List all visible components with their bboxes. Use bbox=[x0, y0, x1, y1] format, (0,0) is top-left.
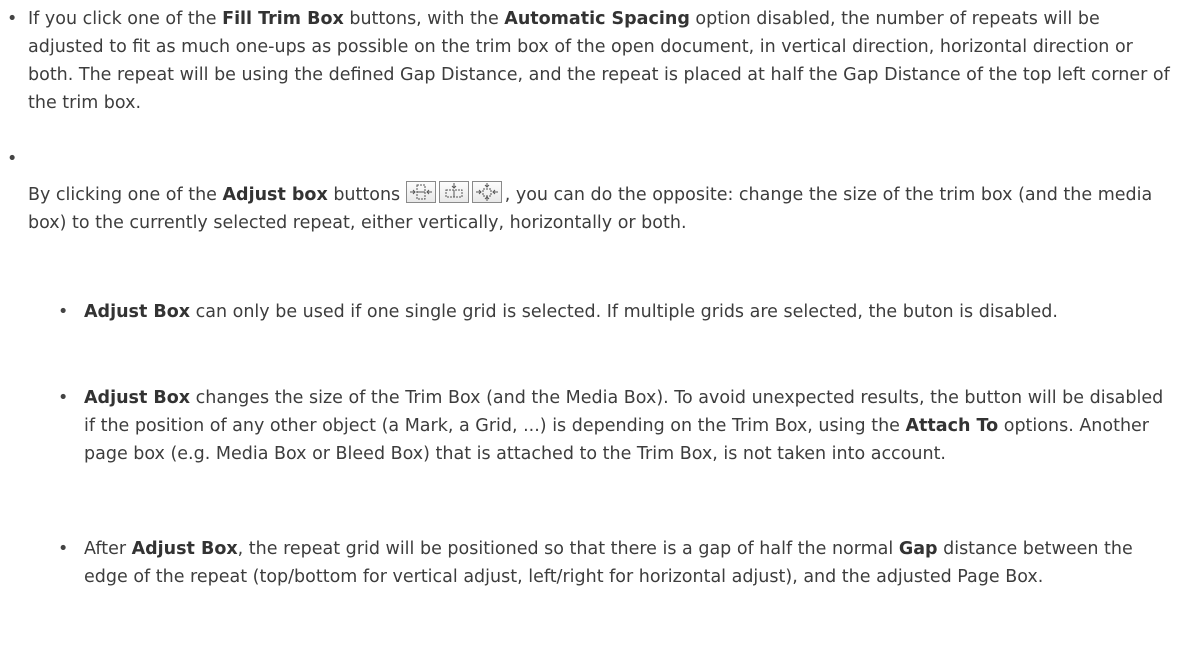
text-run: If you click one of the bbox=[28, 9, 223, 29]
list-item-adjust-box: By clicking one of the Adjust box button… bbox=[0, 181, 1180, 237]
text-run: buttons bbox=[327, 185, 406, 205]
sub-list-item-after-adjust: • After Adjust Box, the repeat grid will… bbox=[58, 535, 1178, 591]
text-run: can only be used if one single grid is s… bbox=[190, 302, 1058, 322]
text-run: By clicking one of the bbox=[28, 185, 223, 205]
bold-term-gap: Gap bbox=[898, 539, 938, 559]
bold-term-adjust-box: Adjust Box bbox=[84, 388, 191, 408]
adjust-horizontal-icon[interactable] bbox=[438, 181, 469, 203]
bold-term-fill-trim-box: Fill Trim Box bbox=[222, 9, 344, 29]
adjust-vertical-icon[interactable] bbox=[405, 181, 436, 203]
bullet-marker: • bbox=[7, 149, 18, 169]
bullet-marker: • bbox=[58, 302, 69, 322]
list-item-fill-trim-box: • If you click one of the Fill Trim Box … bbox=[0, 5, 1180, 117]
bold-term-attach-to: Attach To bbox=[905, 416, 999, 436]
bullet-marker: • bbox=[7, 9, 18, 29]
adjust-both-icon[interactable] bbox=[471, 181, 502, 203]
bullet-marker: • bbox=[58, 388, 69, 408]
sub-list-item-trim-box-size: • Adjust Box changes the size of the Tri… bbox=[58, 384, 1178, 468]
bullet-marker: • bbox=[58, 539, 69, 559]
bold-term-adjust-box: Adjust box bbox=[222, 185, 328, 205]
bold-term-adjust-box: Adjust Box bbox=[131, 539, 238, 559]
text-run: , the repeat grid will be positioned so … bbox=[237, 539, 899, 559]
text-run: After bbox=[84, 539, 132, 559]
text-run: buttons, with the bbox=[343, 9, 505, 29]
sub-list-item-single-grid: • Adjust Box can only be used if one sin… bbox=[58, 298, 1178, 326]
bold-term-automatic-spacing: Automatic Spacing bbox=[504, 9, 690, 29]
bold-term-adjust-box: Adjust Box bbox=[84, 302, 191, 322]
